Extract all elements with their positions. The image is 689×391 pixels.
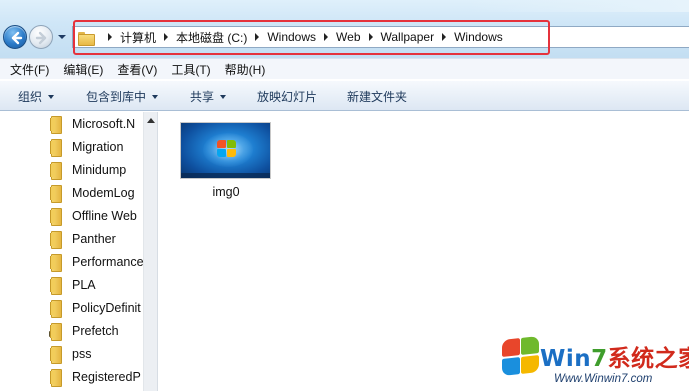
menu-help[interactable]: 帮助(H) — [225, 61, 266, 78]
arrow-left-icon — [11, 31, 23, 45]
watermark-title-7: 7 — [591, 346, 608, 372]
folder-icon — [50, 185, 64, 203]
windows-flag-icon — [500, 336, 540, 377]
slideshow-button[interactable]: 放映幻灯片 — [257, 81, 317, 112]
tree-item[interactable]: ModemLog — [50, 183, 135, 203]
tree-item[interactable]: Panther — [50, 229, 116, 249]
tree-item-label: Microsoft.N — [72, 117, 136, 131]
share-label: 共享 — [190, 90, 215, 104]
file-name: img0 — [212, 185, 240, 199]
folder-icon — [50, 116, 64, 134]
lock-icon — [49, 331, 55, 337]
recent-pages-dropdown-icon[interactable] — [57, 33, 67, 41]
new-folder-label: 新建文件夹 — [347, 90, 408, 104]
scroll-up-icon[interactable] — [147, 118, 155, 123]
include-library-label: 包含到库中 — [86, 90, 147, 104]
folder-icon — [50, 139, 64, 157]
slideshow-label: 放映幻灯片 — [257, 90, 318, 104]
forward-button[interactable] — [29, 25, 53, 49]
tree-item[interactable]: Prefetch — [49, 321, 119, 341]
tree-item[interactable]: PolicyDefinit — [50, 298, 141, 318]
tree-item[interactable]: PLA — [50, 275, 96, 295]
dropdown-arrow-icon — [220, 94, 227, 99]
tree-item-label: ModemLog — [72, 186, 135, 200]
tree-item[interactable]: Minidump — [50, 160, 126, 180]
wallpaper-taskbar — [181, 173, 270, 178]
folder-icon — [50, 231, 64, 249]
nav-scrollbar[interactable] — [143, 112, 157, 391]
title-fade — [469, 0, 689, 12]
watermark-title: Win7系统之家 — [540, 339, 689, 373]
menu-tools[interactable]: 工具(T) — [171, 61, 210, 78]
include-in-library-button[interactable]: 包含到库中 — [86, 81, 159, 112]
locked-folder-icon — [49, 323, 64, 341]
image-thumbnail — [180, 122, 271, 179]
folder-icon — [50, 346, 64, 364]
arrow-right-icon — [35, 31, 47, 45]
file-item[interactable]: img0 — [180, 122, 272, 202]
watermark-url: Www.Winwin7.com — [554, 373, 653, 385]
organize-button[interactable]: 组织 — [18, 81, 55, 112]
dropdown-arrow-icon — [152, 94, 159, 99]
tree-item-label: Minidump — [72, 163, 127, 177]
menu-file[interactable]: 文件(F) — [10, 61, 49, 78]
watermark-title-chinese: 系统之家 — [607, 346, 689, 372]
tree-item-label: Offline Web — [72, 209, 137, 223]
tree-item[interactable]: Migration — [50, 137, 123, 157]
folder-icon — [50, 300, 64, 318]
back-button[interactable] — [3, 25, 27, 49]
tree-item-label: PLA — [72, 278, 96, 292]
highlight-box — [73, 20, 550, 55]
menu-edit[interactable]: 编辑(E) — [63, 61, 103, 78]
watermark-title-win: Win — [540, 346, 592, 372]
tree-item[interactable]: Microsoft.N — [50, 114, 135, 134]
folder-icon — [50, 369, 64, 387]
folder-icon — [50, 162, 64, 180]
menu-view[interactable]: 查看(V) — [117, 61, 157, 78]
folder-icon — [50, 277, 64, 295]
tree-item-label: Performance — [72, 255, 143, 269]
tree-item-label: pss — [72, 347, 92, 361]
menu-bar: 文件(F) 编辑(E) 查看(V) 工具(T) 帮助(H) — [0, 58, 689, 79]
organize-label: 组织 — [18, 90, 43, 104]
tree-item-label: RegisteredP — [72, 370, 141, 384]
title-navigation-bar: 计算机 本地磁盘 (C:) Windows Web Wallpaper Wind… — [0, 0, 689, 58]
tree-item[interactable]: RegisteredP — [50, 367, 141, 387]
new-folder-button[interactable]: 新建文件夹 — [347, 81, 407, 112]
site-watermark: Win7系统之家 Www.Winwin7.com — [498, 333, 689, 391]
tree-item-label: PolicyDefinit — [72, 301, 141, 315]
folder-icon — [50, 208, 64, 226]
windows-logo-icon — [217, 140, 237, 158]
command-bar: 组织 包含到库中 共享 放映幻灯片 新建文件夹 — [0, 80, 689, 111]
tree-item-label: Prefetch — [72, 324, 119, 338]
navigation-pane: Microsoft.N Migration Minidump ModemLog … — [0, 112, 143, 391]
tree-item-label: Migration — [72, 140, 124, 154]
tree-item[interactable]: pss — [50, 344, 91, 364]
tree-item[interactable]: Offline Web — [50, 206, 137, 226]
tree-item[interactable]: Performance — [50, 252, 143, 272]
folder-icon — [50, 254, 64, 272]
dropdown-arrow-icon — [48, 94, 55, 99]
share-button[interactable]: 共享 — [190, 81, 227, 112]
tree-item-label: Panther — [72, 232, 116, 246]
